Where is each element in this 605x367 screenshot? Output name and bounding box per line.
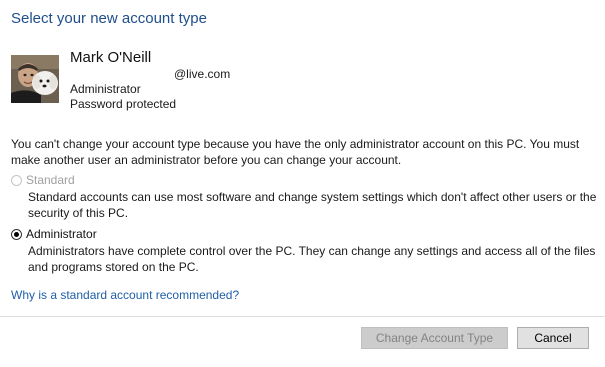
administrator-description: Administrators have complete control ove…: [28, 244, 596, 274]
account-type: Administrator: [70, 82, 141, 96]
administrator-radio-button[interactable]: [11, 228, 22, 240]
administrator-radio-option[interactable]: Administrator: [11, 227, 97, 241]
account-email-domain: @live.com: [174, 67, 231, 81]
user-avatar: [11, 55, 59, 103]
footer-divider: [0, 316, 605, 317]
standard-radio-option[interactable]: Standard: [11, 173, 75, 187]
change-account-type-dialog: Select your new account type Mark O'Neil…: [0, 0, 605, 367]
page-title: Select your new account type: [11, 10, 207, 27]
user-photo-icon: [11, 55, 59, 103]
account-email: @live.com: [70, 67, 230, 81]
change-account-type-button[interactable]: Change Account Type: [361, 327, 508, 349]
cannot-change-warning: You can't change your account type becau…: [11, 137, 580, 167]
account-protection: Password protected: [70, 97, 177, 111]
why-standard-link[interactable]: Why is a standard account recommended?: [11, 288, 239, 302]
cancel-button[interactable]: Cancel: [517, 327, 589, 349]
standard-radio-button[interactable]: [11, 174, 22, 186]
standard-radio-label: Standard: [26, 173, 75, 187]
account-name: Mark O'Neill: [70, 49, 152, 66]
standard-description: Standard accounts can use most software …: [28, 190, 597, 220]
administrator-radio-label: Administrator: [26, 227, 97, 241]
